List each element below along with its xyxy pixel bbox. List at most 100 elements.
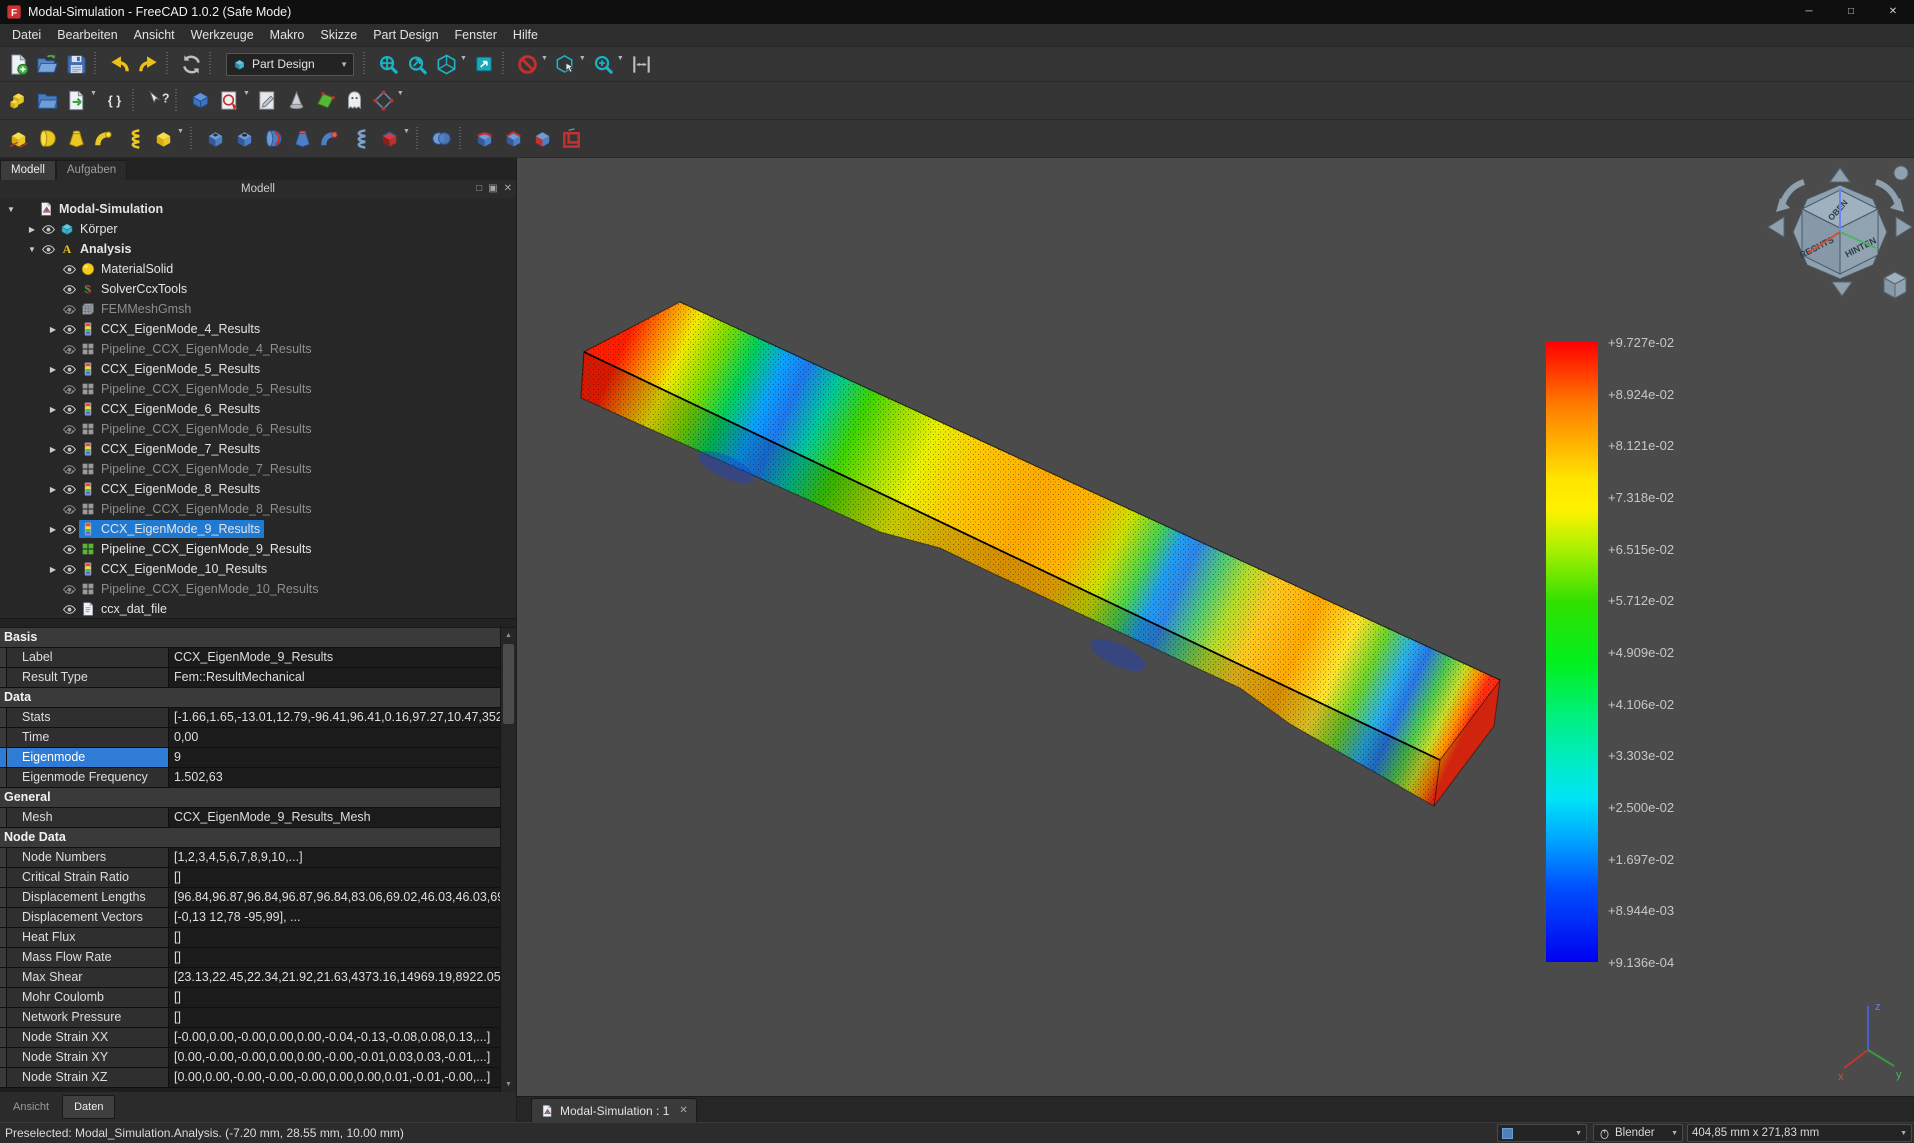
property-row-eigenmode[interactable]: Eigenmode9 bbox=[0, 748, 500, 768]
pd-body-button[interactable] bbox=[187, 87, 214, 114]
tree-item-femmeshgmsh[interactable]: FEMMeshGmsh bbox=[0, 299, 516, 319]
expand-arrow-icon[interactable]: ▶ bbox=[46, 405, 60, 414]
property-value[interactable]: CCX_EigenMode_9_Results_Mesh bbox=[169, 808, 500, 827]
navigation-style-select[interactable]: Blender ▼ bbox=[1593, 1124, 1683, 1142]
view-dimensions-select[interactable]: 404,85 mm x 271,83 mm ▼ bbox=[1687, 1124, 1912, 1142]
navcube-rotate-ccw-icon[interactable] bbox=[1782, 182, 1804, 206]
pd-datum-button[interactable] bbox=[283, 87, 310, 114]
pd-shapebinder-button[interactable] bbox=[341, 87, 368, 114]
menu-fenster[interactable]: Fenster bbox=[447, 25, 505, 45]
pd-draft-button[interactable] bbox=[529, 125, 556, 152]
property-value[interactable]: [-1.66,1.65,-13.01,12.79,-96.41,96.41,0.… bbox=[169, 708, 500, 727]
panel-splitter[interactable] bbox=[0, 618, 516, 628]
tree-item-ccx_eigenmode_4_results[interactable]: ▶CCX_EigenMode_4_Results bbox=[0, 319, 516, 339]
workbench-selector[interactable]: Part Design▼ bbox=[226, 53, 354, 76]
property-value[interactable]: [96.84,96.87,96.84,96.87,96.84,83.06,69.… bbox=[169, 888, 500, 907]
tree-item-pipeline_ccx_eigenmode_9_results[interactable]: Pipeline_CCX_EigenMode_9_Results bbox=[0, 539, 516, 559]
property-row-critical-strain-ratio[interactable]: Critical Strain Ratio[] bbox=[0, 868, 500, 888]
property-row-node-strain-xy[interactable]: Node Strain XY[0.00,-0.00,-0.00,0.00,0.0… bbox=[0, 1048, 500, 1068]
pd-additive-loft-button[interactable] bbox=[63, 125, 90, 152]
navcube-arrow-left[interactable] bbox=[1768, 217, 1784, 237]
expand-arrow-icon[interactable]: ▶ bbox=[46, 365, 60, 374]
property-row-node-numbers[interactable]: Node Numbers[1,2,3,4,5,6,7,8,9,10,...] bbox=[0, 848, 500, 868]
pd-pad-button[interactable] bbox=[5, 125, 32, 152]
panel-float-button[interactable]: □ bbox=[476, 180, 482, 198]
property-value[interactable]: 0,00 bbox=[169, 728, 500, 747]
dropdown-caret-icon[interactable]: ▼ bbox=[541, 55, 548, 62]
expand-arrow-icon[interactable]: ▶ bbox=[46, 485, 60, 494]
pd-subtractive-loft-button[interactable] bbox=[289, 125, 316, 152]
expand-arrow-icon[interactable]: ▼ bbox=[25, 245, 39, 254]
panel-tab-aufgaben[interactable]: Aufgaben bbox=[56, 160, 127, 180]
document-tab-close-icon[interactable]: ✕ bbox=[679, 1105, 687, 1116]
property-value[interactable]: CCX_EigenMode_9_Results bbox=[169, 648, 500, 667]
pd-map-sketch-button[interactable] bbox=[312, 87, 339, 114]
undo-button[interactable] bbox=[106, 51, 133, 78]
panel-tab-modell[interactable]: Modell bbox=[0, 160, 56, 180]
dropdown-caret-icon[interactable]: ▼ bbox=[403, 128, 410, 135]
std-views-cube-button[interactable] bbox=[433, 51, 460, 78]
tree-item-ccx_dat_file[interactable]: ccx_dat_file bbox=[0, 599, 516, 618]
expand-arrow-icon[interactable]: ▶ bbox=[46, 565, 60, 574]
std-group-button[interactable] bbox=[34, 87, 61, 114]
3d-viewport[interactable]: OBEN RECHTS HINTEN bbox=[517, 158, 1914, 1122]
property-row-mesh[interactable]: MeshCCX_EigenMode_9_Results_Mesh bbox=[0, 808, 500, 828]
property-value[interactable]: [] bbox=[169, 988, 500, 1007]
menu-bearbeiten[interactable]: Bearbeiten bbox=[49, 25, 125, 45]
tree-item-ccx_eigenmode_8_results[interactable]: ▶CCX_EigenMode_8_Results bbox=[0, 479, 516, 499]
navcube-mini-cube-button[interactable] bbox=[1884, 272, 1906, 298]
panel-close-button[interactable]: ✕ bbox=[504, 180, 512, 198]
export-file-button[interactable] bbox=[63, 87, 90, 114]
menu-hilfe[interactable]: Hilfe bbox=[505, 25, 546, 45]
property-row-stats[interactable]: Stats[-1.66,1.65,-13.01,12.79,-96.41,96.… bbox=[0, 708, 500, 728]
property-value[interactable]: [0.00,0.00,-0.00,-0.00,-0.00,0.00,0.00,0… bbox=[169, 1068, 500, 1087]
scrollbar-thumb[interactable] bbox=[503, 644, 514, 724]
property-row-mohr-coulomb[interactable]: Mohr Coulomb[] bbox=[0, 988, 500, 1008]
view-tab-ansicht[interactable]: Ansicht bbox=[2, 1096, 60, 1118]
menu-makro[interactable]: Makro bbox=[262, 25, 313, 45]
dropdown-caret-icon[interactable]: ▼ bbox=[579, 55, 586, 62]
tree-item-pipeline_ccx_eigenmode_4_results[interactable]: Pipeline_CCX_EigenMode_4_Results bbox=[0, 339, 516, 359]
property-row-node-strain-xx[interactable]: Node Strain XX[-0.00,0.00,-0.00,0.00,0.0… bbox=[0, 1028, 500, 1048]
tree-item-pipeline_ccx_eigenmode_5_results[interactable]: Pipeline_CCX_EigenMode_5_Results bbox=[0, 379, 516, 399]
pd-additive-pipe-button[interactable] bbox=[92, 125, 119, 152]
menu-werkzeuge[interactable]: Werkzeuge bbox=[183, 25, 262, 45]
property-value[interactable]: [1,2,3,4,5,6,7,8,9,10,...] bbox=[169, 848, 500, 867]
property-row-max-shear[interactable]: Max Shear[23.13,22.45,22.34,21.92,21.63,… bbox=[0, 968, 500, 988]
expand-arrow-icon[interactable]: ▶ bbox=[46, 525, 60, 534]
new-file-button[interactable] bbox=[5, 51, 32, 78]
property-value[interactable]: [] bbox=[169, 868, 500, 887]
property-row-network-pressure[interactable]: Network Pressure[] bbox=[0, 1008, 500, 1028]
menu-skizze[interactable]: Skizze bbox=[312, 25, 365, 45]
tree-item-solverccxtools[interactable]: SSSolverCcxTools bbox=[0, 279, 516, 299]
pd-boolean-button[interactable] bbox=[428, 125, 455, 152]
navigation-cube[interactable]: OBEN RECHTS HINTEN bbox=[1754, 160, 1914, 322]
property-row-eigenmode-frequency[interactable]: Eigenmode Frequency1.502,63 bbox=[0, 768, 500, 788]
property-value[interactable]: Fem::ResultMechanical bbox=[169, 668, 500, 687]
property-value[interactable]: [0.00,-0.00,-0.00,0.00,0.00,-0.00,-0.01,… bbox=[169, 1048, 500, 1067]
navcube-sphere-button[interactable] bbox=[1894, 166, 1908, 180]
tree-item-analysis[interactable]: ▼AAnalysis bbox=[0, 239, 516, 259]
macro-braces-button[interactable]: { } bbox=[101, 87, 128, 114]
tree-item-ccx_eigenmode_6_results[interactable]: ▶CCX_EigenMode_6_Results bbox=[0, 399, 516, 419]
dropdown-caret-icon[interactable]: ▼ bbox=[460, 55, 467, 62]
pd-fillet-button[interactable] bbox=[471, 125, 498, 152]
property-value[interactable]: 1.502,63 bbox=[169, 768, 500, 787]
menu-datei[interactable]: Datei bbox=[4, 25, 49, 45]
navcube-arrow-right[interactable] bbox=[1896, 217, 1912, 237]
fit-all-button[interactable] bbox=[375, 51, 402, 78]
beam-mode-shape[interactable] bbox=[581, 302, 1500, 806]
link-view-button[interactable] bbox=[471, 51, 498, 78]
fem-result-model[interactable] bbox=[517, 158, 1914, 1096]
menu-part-design[interactable]: Part Design bbox=[365, 25, 446, 45]
property-value[interactable]: [] bbox=[169, 928, 500, 947]
expand-arrow-icon[interactable]: ▶ bbox=[46, 445, 60, 454]
navcube-rotate-cw-icon[interactable] bbox=[1876, 182, 1898, 206]
expand-arrow-icon[interactable]: ▼ bbox=[4, 205, 18, 214]
tree-item-materialsolid[interactable]: MaterialSolid bbox=[0, 259, 516, 279]
pd-edit-sketch-button[interactable] bbox=[254, 87, 281, 114]
pd-subtractive-helix-button[interactable] bbox=[347, 125, 374, 152]
property-value[interactable]: [-0.00,0.00,-0.00,0.00,0.00,-0.04,-0.13,… bbox=[169, 1028, 500, 1047]
dropdown-caret-icon[interactable]: ▼ bbox=[397, 90, 404, 97]
property-row-label[interactable]: LabelCCX_EigenMode_9_Results bbox=[0, 648, 500, 668]
